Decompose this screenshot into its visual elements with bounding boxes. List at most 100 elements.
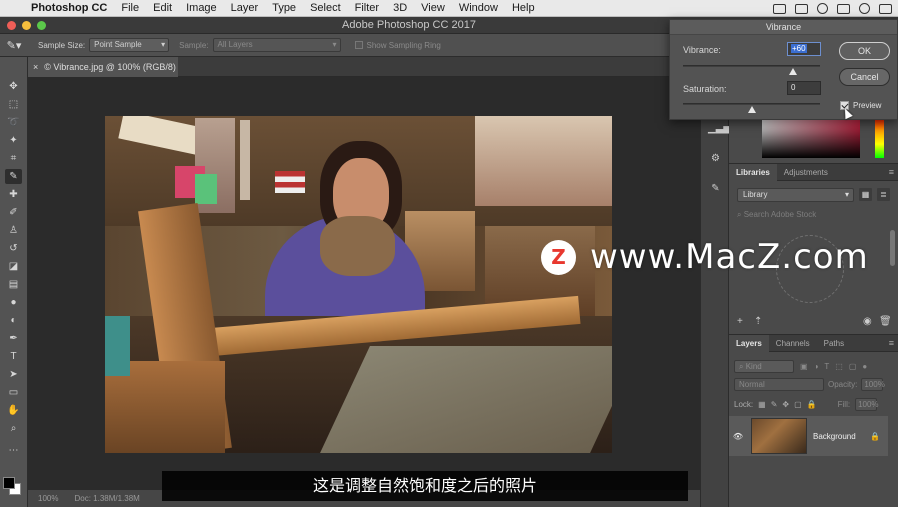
menu-window[interactable]: Window <box>452 2 505 14</box>
filter-pixel-icon[interactable]: ▣ <box>800 362 808 371</box>
notification-center-icon[interactable] <box>879 3 892 14</box>
layer-visibility-eye-icon[interactable]: 👁 <box>729 432 747 441</box>
stock-icon[interactable]: ◉ <box>863 316 872 327</box>
histogram-icon[interactable]: ▁▃▅ <box>708 122 731 135</box>
gradient-tool-icon[interactable]: ▤ <box>5 277 22 292</box>
vibrance-field[interactable]: +60 <box>787 42 821 56</box>
document-tab[interactable]: × © Vibrance.jpg @ 100% (RGB/8) <box>28 57 178 77</box>
vibrance-dialog: Vibrance Vibrance: +60 Saturation: 0 OK … <box>669 19 898 120</box>
menu-image[interactable]: Image <box>179 2 224 14</box>
tab-adjustments[interactable]: Adjustments <box>777 164 835 181</box>
blur-tool-icon[interactable]: ● <box>5 295 22 310</box>
foreground-color-swatch[interactable] <box>3 477 15 489</box>
lasso-tool-icon[interactable]: ➰ <box>5 115 22 130</box>
sample-size-select[interactable]: Point Sample ▾ <box>89 38 170 52</box>
hand-tool-icon[interactable]: ✋ <box>5 403 22 418</box>
library-select[interactable]: Library ▾ <box>737 188 854 202</box>
brush-tool-icon[interactable]: ✐ <box>5 205 22 220</box>
panel-menu-icon[interactable]: ≡ <box>889 167 894 177</box>
close-tab-icon[interactable]: × <box>33 62 38 72</box>
vibrance-value: +60 <box>791 44 807 53</box>
tab-paths[interactable]: Paths <box>817 335 851 352</box>
close-window-button[interactable] <box>7 21 16 30</box>
vibrance-slider-track[interactable] <box>683 65 820 67</box>
marquee-tool-icon[interactable]: ⬚ <box>5 97 22 112</box>
ok-button[interactable]: OK <box>839 42 890 60</box>
saturation-slider-track[interactable] <box>683 103 820 105</box>
zoom-tool-icon[interactable]: ⌕ <box>5 421 22 436</box>
wifi-icon[interactable] <box>837 3 850 14</box>
path-select-icon[interactable]: ➤ <box>5 367 22 382</box>
trash-icon[interactable]: 🗑 <box>879 316 892 327</box>
menu-select[interactable]: Select <box>303 2 348 14</box>
lock-pixels-icon[interactable]: ✎ <box>771 400 778 409</box>
lock-transparent-icon[interactable]: ▦ <box>758 400 766 409</box>
zoom-window-button[interactable] <box>37 21 46 30</box>
minimize-window-button[interactable] <box>22 21 31 30</box>
layer-kind-filter[interactable]: ⌕ Kind <box>734 359 794 373</box>
list-view-icon[interactable]: ≣ <box>877 188 890 201</box>
eyedropper-tool-icon[interactable]: ✎ <box>5 169 22 184</box>
menu-3d[interactable]: 3D <box>386 2 414 14</box>
crop-tool-icon[interactable]: ⌗ <box>5 151 22 166</box>
sample-select[interactable]: All Layers ▾ <box>212 38 341 52</box>
color-picker-field[interactable] <box>762 116 860 158</box>
rectangle-tool-icon[interactable]: ▭ <box>5 385 22 400</box>
upload-icon[interactable]: ⇡ <box>754 316 762 327</box>
eyedropper-preset-icon[interactable]: ✎▾ <box>0 39 28 52</box>
panel-menu-icon[interactable]: ≡ <box>889 338 894 348</box>
properties-icon[interactable]: ⚙ <box>708 152 723 165</box>
saturation-field[interactable]: 0 <box>787 81 821 95</box>
filter-type-icon[interactable]: T <box>824 362 829 371</box>
type-tool-icon[interactable]: T <box>5 349 22 364</box>
cancel-button[interactable]: Cancel <box>839 68 890 86</box>
brush-settings-icon[interactable]: ✎ <box>708 182 723 195</box>
menu-filter[interactable]: Filter <box>348 2 386 14</box>
grid-view-icon[interactable]: ▦ <box>859 188 872 201</box>
fill-field[interactable]: 100% <box>855 398 879 411</box>
macz-logo-icon: Z <box>541 239 576 275</box>
sampling-ring-checkbox[interactable] <box>354 41 363 49</box>
spotlight-icon[interactable] <box>859 3 870 14</box>
document-canvas-photo[interactable] <box>105 116 612 453</box>
quick-select-tool-icon[interactable]: ✦ <box>5 133 22 148</box>
tab-channels[interactable]: Channels <box>769 335 817 352</box>
history-brush-icon[interactable]: ↺ <box>5 241 22 256</box>
opacity-field[interactable]: 100% <box>861 378 885 391</box>
zoom-level[interactable]: 100% <box>38 494 58 503</box>
lock-all-icon[interactable]: 🔒 <box>807 400 817 409</box>
move-tool-icon[interactable]: ✥ <box>5 79 22 94</box>
libraries-scrollbar[interactable] <box>890 230 895 266</box>
menu-file[interactable]: File <box>114 2 146 14</box>
tab-libraries[interactable]: Libraries <box>729 163 777 181</box>
pen-tool-icon[interactable]: ✒ <box>5 331 22 346</box>
menu-edit[interactable]: Edit <box>146 2 179 14</box>
layer-row-background[interactable]: 👁 Background 🔒 <box>729 416 888 456</box>
blend-mode-select[interactable]: Normal <box>734 378 824 391</box>
saturation-slider-thumb[interactable] <box>747 106 756 113</box>
add-content-icon[interactable]: + <box>737 316 743 327</box>
menu-help[interactable]: Help <box>505 2 542 14</box>
library-search-input[interactable]: ⌕ Search Adobe Stock <box>737 208 892 221</box>
menu-app[interactable]: Photoshop CC <box>24 2 114 14</box>
dodge-tool-icon[interactable]: ◐ <box>5 313 22 328</box>
tab-layers[interactable]: Layers <box>729 334 769 352</box>
display-icon[interactable] <box>795 3 808 14</box>
filter-adjustment-icon[interactable]: ◑ <box>814 362 819 371</box>
menu-type[interactable]: Type <box>265 2 303 14</box>
filter-shape-icon[interactable]: ⬚ <box>835 362 843 371</box>
hue-slider[interactable] <box>875 116 884 158</box>
lock-position-icon[interactable]: ✥ <box>782 400 789 409</box>
filter-smart-icon[interactable]: ▢ <box>849 362 857 371</box>
menu-layer[interactable]: Layer <box>224 2 266 14</box>
time-machine-icon[interactable] <box>817 3 828 14</box>
screen-icon[interactable] <box>773 3 786 14</box>
eraser-tool-icon[interactable]: ◪ <box>5 259 22 274</box>
filter-toggle-icon[interactable]: ● <box>862 362 867 371</box>
more-tools-icon[interactable]: ⋯ <box>5 443 22 458</box>
healing-brush-icon[interactable]: ✚ <box>5 187 22 202</box>
clone-stamp-icon[interactable]: ♙ <box>5 223 22 238</box>
vibrance-slider-thumb[interactable] <box>788 68 797 75</box>
menu-view[interactable]: View <box>414 2 452 14</box>
lock-artboard-icon[interactable]: ▢ <box>794 400 802 409</box>
